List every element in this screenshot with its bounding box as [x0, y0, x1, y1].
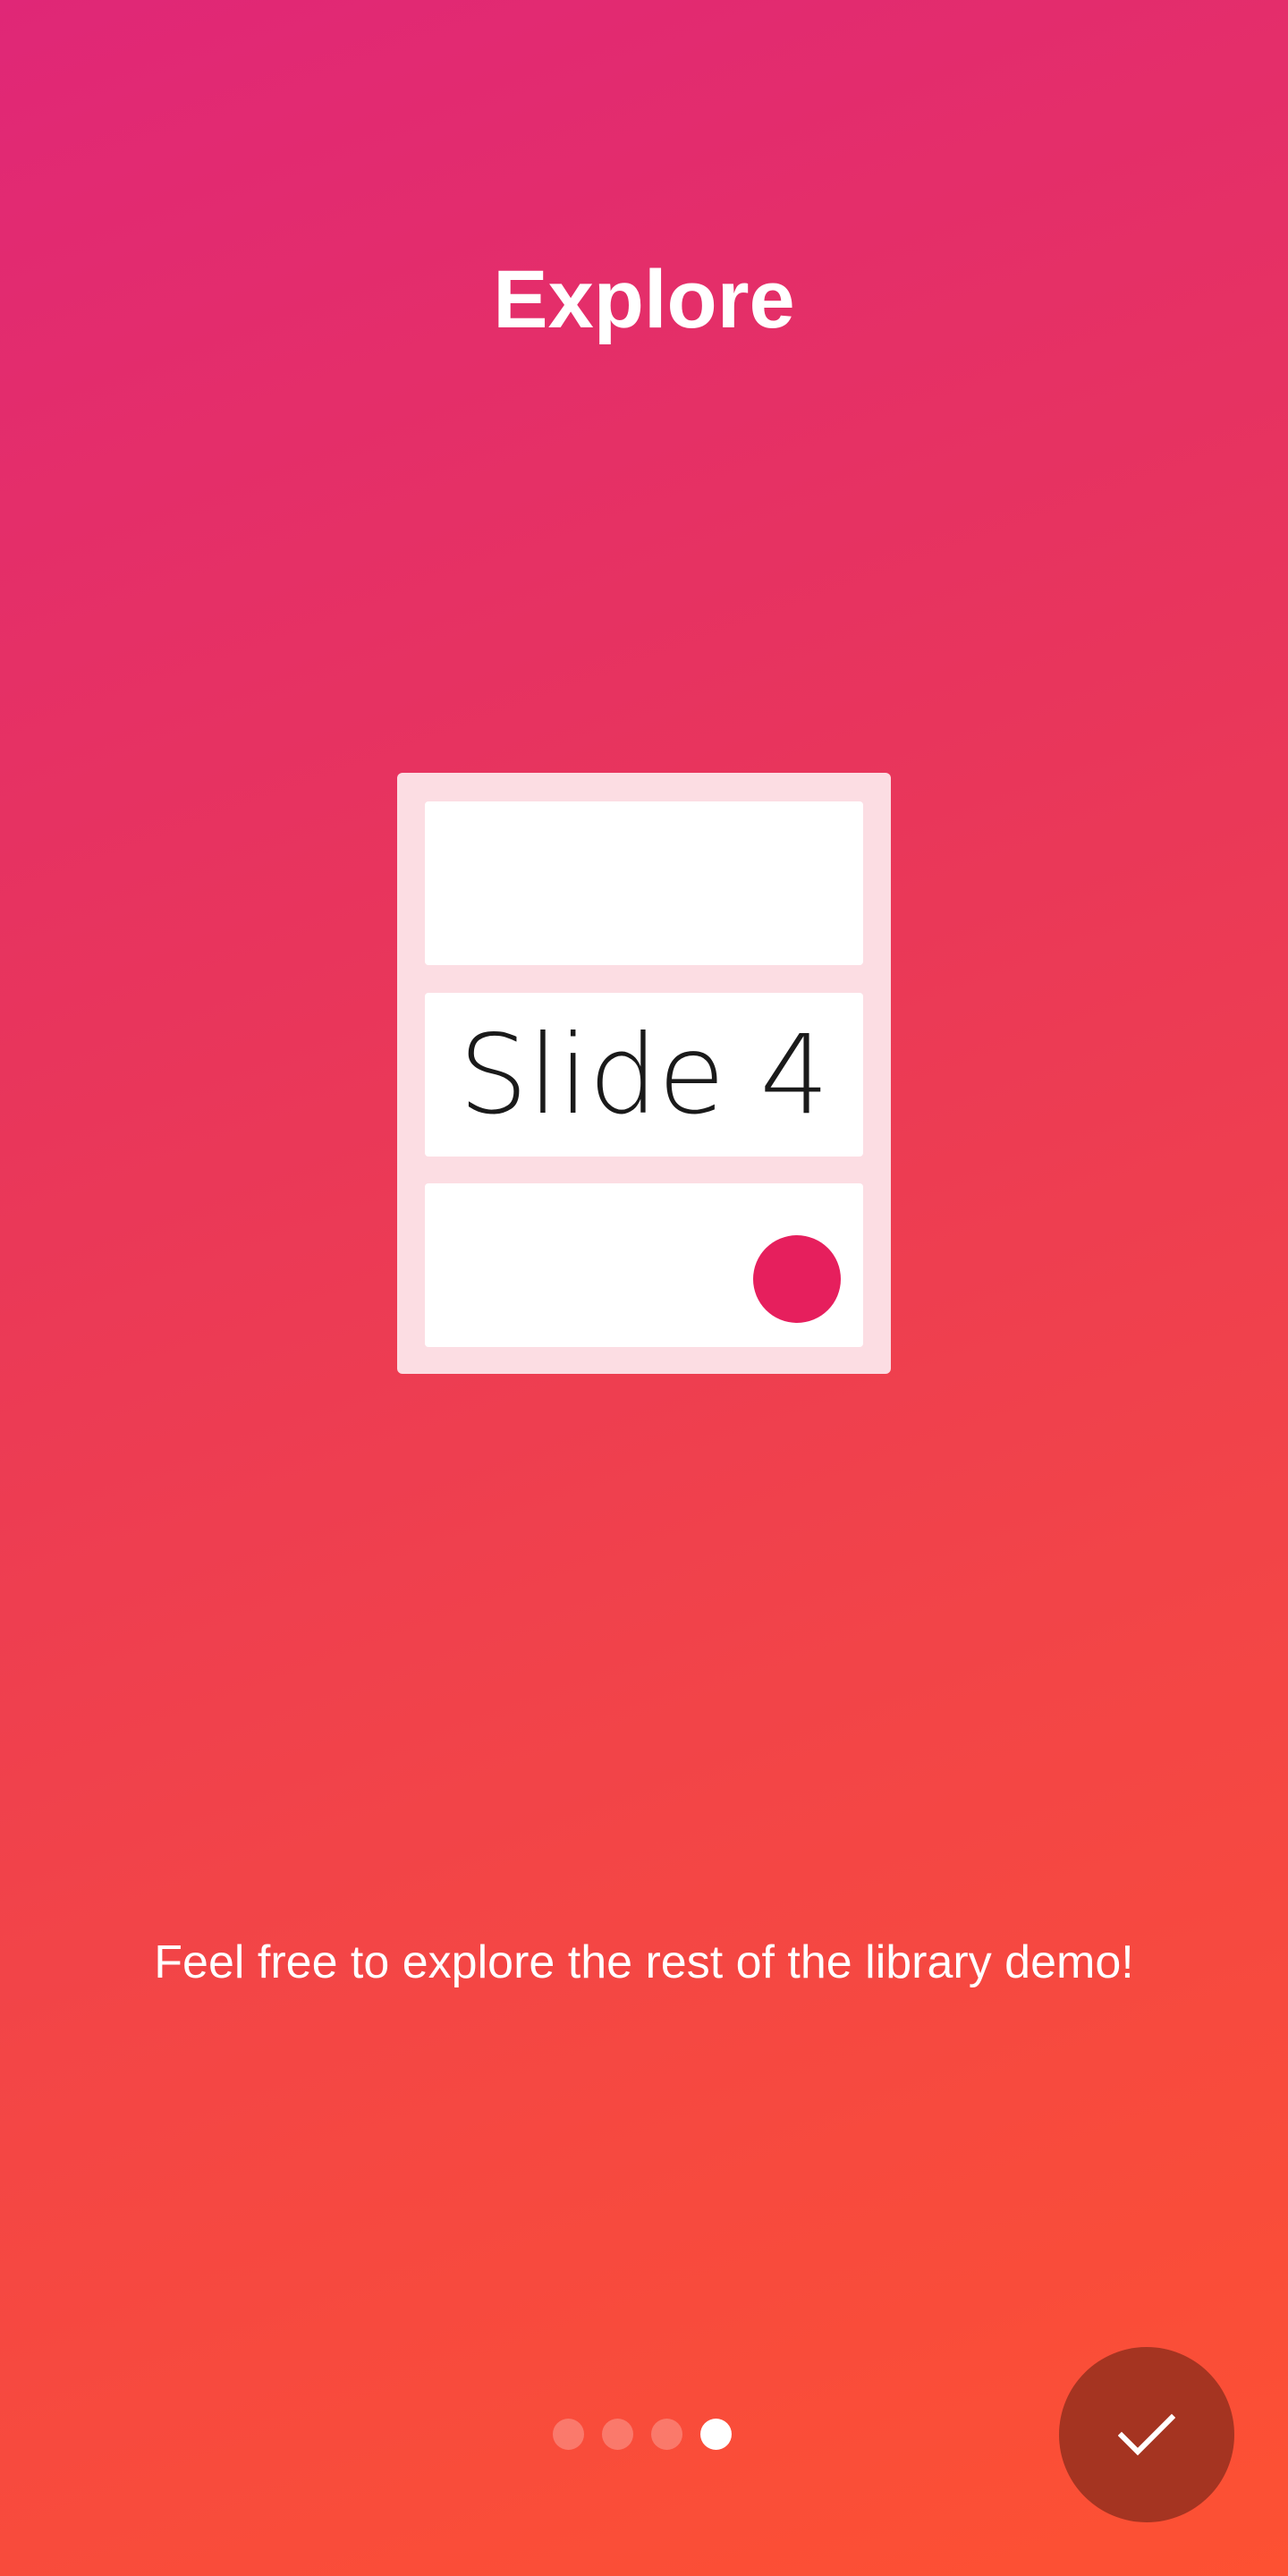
illustration-panel-middle: Slide 4: [425, 993, 863, 1157]
page-indicator-dot-active[interactable]: [700, 2419, 732, 2450]
check-icon: [1118, 2412, 1175, 2457]
illustration-panel-top: [425, 801, 863, 965]
slide-illustration: Slide 4: [397, 773, 891, 1374]
done-button[interactable]: [1059, 2347, 1234, 2522]
illustration-panel-bottom: [425, 1183, 863, 1347]
illustration-label: Slide 4: [458, 1011, 830, 1139]
slide-title: Explore: [493, 254, 795, 345]
page-indicator-dot[interactable]: [553, 2419, 584, 2450]
illustration-fab-dot: [753, 1235, 841, 1323]
page-indicator-dot[interactable]: [602, 2419, 633, 2450]
page-indicator-dot[interactable]: [651, 2419, 682, 2450]
slide-description: Feel free to explore the rest of the lib…: [154, 1936, 1134, 1988]
page-indicator: [553, 2419, 732, 2450]
